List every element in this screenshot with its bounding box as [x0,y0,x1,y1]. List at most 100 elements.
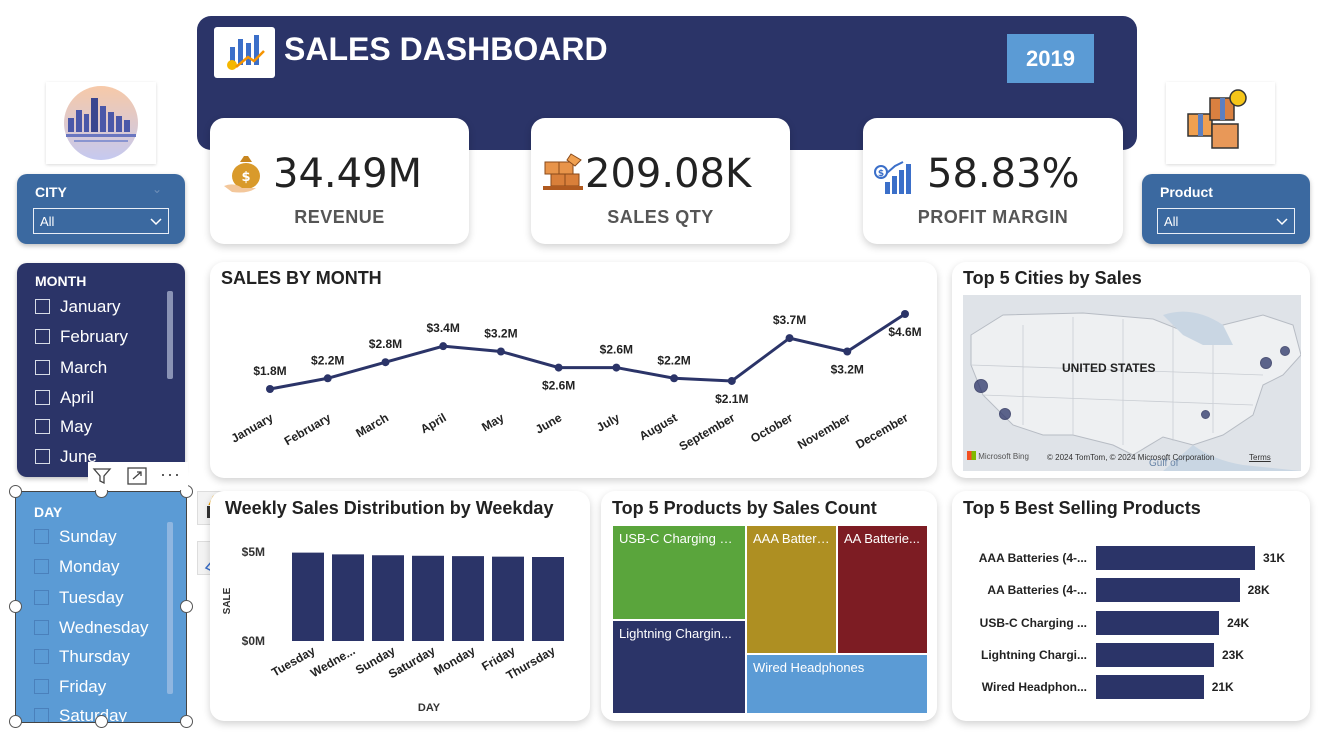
bar-category-label: USB-C Charging ... [979,616,1087,630]
city-dropdown[interactable]: All [33,208,169,234]
svg-text:$: $ [241,170,250,185]
bar[interactable] [1096,675,1204,699]
data-point [381,358,390,367]
treemap-cell-aaa[interactable]: AAA Batteri... [746,525,837,654]
x-tick-label: August [637,410,680,443]
checkbox[interactable] [35,419,50,434]
bar-category-label: AAA Batteries (4-... [978,551,1087,565]
treemap-cell-wired-headphones[interactable]: Wired Headphones [746,654,928,714]
selection-frame [15,491,187,723]
checkbox[interactable] [35,360,50,375]
country-label: UNITED STATES [1062,361,1156,375]
product-slicer-title: Product [1160,184,1213,200]
bar-category-label: Wired Headphon... [981,680,1087,694]
best-selling-card: Top 5 Best Selling Products AAA Batterie… [952,491,1310,721]
month-slicer[interactable]: MONTH January February March April May J… [17,263,185,477]
bar [532,557,564,641]
city-bubble[interactable] [1260,357,1272,369]
treemap-cell-aa[interactable]: AA Batterie... [837,525,928,654]
x-axis-label: DAY [418,702,441,714]
product-boxes-icon [1166,82,1275,164]
x-tick-label: May [479,410,506,434]
x-tick-label: Monday [431,643,478,678]
bar[interactable] [1096,643,1214,667]
bar[interactable] [1096,578,1240,602]
us-map[interactable]: UNITED STATES Gulf of Microsoft Bing © 2… [963,295,1301,471]
x-tick-label: January [229,410,276,445]
chevron-down-icon: ⌄ [152,182,163,196]
data-point [727,376,736,385]
month-scrollbar[interactable] [167,291,173,379]
month-option-january[interactable]: January [35,295,120,319]
bar [492,556,524,641]
bar-chart-growth-icon [214,27,275,78]
data-point [901,310,909,318]
resize-handle[interactable] [9,485,22,498]
data-point [670,374,679,383]
bar [292,552,324,641]
data-label: $4.6M [888,325,921,339]
bar-value-label: 23K [1221,648,1244,662]
sales-line [269,312,906,391]
chevron-down-icon [150,209,162,235]
month-option-february[interactable]: February [35,325,128,349]
city-slicer[interactable]: CITY ⌄ All [17,174,185,244]
more-options-icon[interactable]: ··· [160,464,181,485]
x-tick-label: October [748,410,795,445]
weekly-sales-chart: $5M$0MSALETuesdayWedne...SundaySaturdayM… [222,545,564,714]
focus-mode-icon[interactable] [127,467,147,490]
x-tick-label: July [594,410,622,434]
bar-value-label: 24K [1227,616,1250,630]
checkbox[interactable] [35,449,50,464]
bar [412,555,444,641]
resize-handle[interactable] [9,715,22,728]
city-bubble[interactable] [1201,410,1210,419]
data-point [785,334,794,343]
treemap-cell-lightning[interactable]: Lightning Chargin... [612,620,746,714]
data-point [843,347,852,356]
checkbox[interactable] [35,390,50,405]
data-label: $3.7M [773,313,806,327]
chevron-down-icon [1276,209,1288,235]
sales-qty-label: SALES QTY [607,207,714,227]
bar [452,556,484,641]
map-title: Top 5 Cities by Sales [963,268,1142,288]
sales-by-month-card: SALES BY MONTH $1.8M January $2.2M February… [210,262,937,478]
treemap-cell-usb-c[interactable]: USB-C Charging C... [612,525,746,620]
treemap-card: Top 5 Products by Sales Count USB-C Char… [601,491,937,721]
y-tick-label: $0M [242,634,265,648]
city-bubble[interactable] [1280,346,1290,356]
bar-category-label: AA Batteries (4-... [987,583,1087,597]
bar[interactable] [1096,546,1255,570]
checkbox[interactable] [35,329,50,344]
product-slicer[interactable]: Product All [1142,174,1310,244]
x-tick-label: February [282,410,334,448]
month-option-march[interactable]: March [35,356,107,380]
x-tick-label: Saturday [386,643,438,681]
city-bubble[interactable] [999,408,1011,420]
data-label: $3.2M [831,363,864,377]
resize-handle[interactable] [95,715,108,728]
best-selling-chart: AAA Batteries (4-... 31K AA Batteries (4-.… [952,491,1310,721]
product-dropdown[interactable]: All [1157,208,1295,234]
data-label: $2.1M [715,392,748,406]
resize-handle[interactable] [9,600,22,613]
terms-link[interactable]: Terms [1249,453,1271,462]
x-tick-label: April [418,410,449,436]
data-label: $2.2M [657,353,690,367]
filter-icon[interactable] [92,466,112,491]
bar[interactable] [1096,611,1220,635]
data-label: $2.6M [600,343,633,357]
svg-text:$: $ [878,169,884,179]
resize-handle[interactable] [180,600,193,613]
month-option-april[interactable]: April [35,386,94,410]
month-option-may[interactable]: May [35,415,92,439]
treemap-title: Top 5 Products by Sales Count [612,498,877,518]
x-tick-label: June [533,410,565,436]
checkbox[interactable] [35,299,50,314]
city-bubble[interactable] [974,379,988,393]
weekly-sales-card: Weekly Sales Distribution by Weekday $5M… [210,491,590,721]
month-slicer-title: MONTH [35,273,87,289]
visual-header-toolbar: ··· [88,462,188,490]
resize-handle[interactable] [180,715,193,728]
